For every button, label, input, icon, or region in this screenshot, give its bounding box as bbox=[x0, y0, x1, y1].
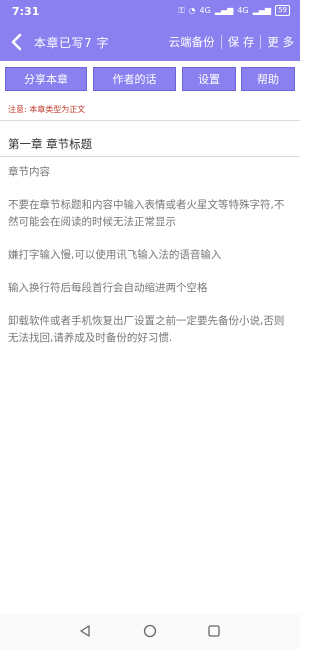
battery-icon: 59 bbox=[275, 5, 290, 16]
status-bar: 7:31 ⚿ ◔ 4G ▂▄▆ 4G ▂▄▆ 59 bbox=[0, 0, 300, 24]
signal-2-icon: ▂▄▆ bbox=[252, 6, 272, 15]
content-paragraph: 输入换行符后每段首行会自动缩进两个空格 bbox=[8, 282, 208, 294]
share-chapter-button[interactable]: 分享本章 bbox=[5, 67, 87, 91]
status-time: 7:31 bbox=[12, 5, 40, 18]
divider bbox=[0, 156, 300, 157]
signal-1-label: 4G bbox=[199, 6, 211, 15]
nav-recents-icon[interactable] bbox=[207, 624, 221, 638]
save-button[interactable]: 保 存 bbox=[228, 34, 255, 50]
key-icon: ⚿ bbox=[178, 5, 185, 15]
back-arrow-icon[interactable] bbox=[8, 32, 26, 52]
settings-button[interactable]: 设置 bbox=[182, 67, 236, 91]
content-paragraph: 章节内容 bbox=[8, 166, 50, 178]
chapter-type-notice: 注意: 本章类型为正文 bbox=[8, 105, 86, 114]
system-nav-bar bbox=[0, 614, 300, 649]
cloud-backup-button[interactable]: 云端备份 bbox=[169, 34, 215, 50]
nav-home-icon[interactable] bbox=[143, 624, 157, 638]
divider bbox=[220, 35, 222, 49]
toolbar: 分享本章 作者的话 设置 帮助 bbox=[0, 61, 300, 95]
content-paragraph: 不要在章节标题和内容中输入表情或者火星文等特殊字符,不然可能会在阅读的时候无法正… bbox=[8, 199, 285, 228]
status-icons: ⚿ ◔ 4G ▂▄▆ 4G ▂▄▆ 59 bbox=[178, 5, 290, 16]
chapter-content-editor[interactable]: 章节内容 不要在章节标题和内容中输入表情或者火星文等特殊字符,不然可能会在阅读的… bbox=[8, 164, 292, 363]
help-button[interactable]: 帮助 bbox=[241, 67, 295, 91]
chapter-title-input[interactable]: 第一章 章节标题 bbox=[8, 136, 92, 152]
signal-1-icon: ▂▄▆ bbox=[214, 6, 234, 15]
content-paragraph: 嫌打字输入慢,可以使用讯飞输入法的语音输入 bbox=[8, 249, 222, 261]
content-paragraph: 卸载软件或者手机恢复出厂设置之前一定要先备份小说,否则无法找回,请养成及时备份的… bbox=[8, 315, 285, 344]
wifi-icon: ◔ bbox=[188, 6, 196, 15]
header-actions: 云端备份 保 存 更 多 bbox=[169, 34, 294, 50]
more-button[interactable]: 更 多 bbox=[267, 34, 294, 50]
divider bbox=[260, 35, 262, 49]
page-title: 本章已写7 字 bbox=[34, 36, 109, 50]
signal-2-label: 4G bbox=[237, 6, 249, 15]
title-bar: 本章已写7 字 云端备份 保 存 更 多 bbox=[0, 24, 300, 61]
author-note-button[interactable]: 作者的话 bbox=[93, 67, 176, 91]
nav-back-icon[interactable] bbox=[78, 624, 92, 638]
divider bbox=[0, 120, 300, 121]
